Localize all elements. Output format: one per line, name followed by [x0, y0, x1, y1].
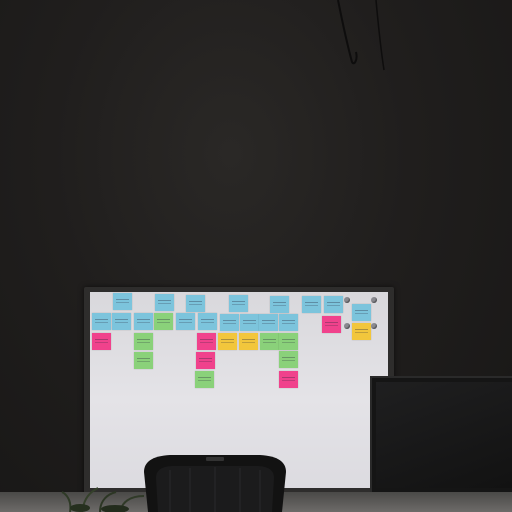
sticky-note [176, 313, 195, 330]
sticky-note [134, 333, 153, 350]
sticky-note [239, 333, 258, 350]
magnet [371, 297, 377, 303]
sticky-note [352, 323, 371, 340]
sticky-note [218, 333, 237, 350]
sticky-note [352, 304, 371, 321]
sticky-note [229, 295, 248, 312]
sticky-note [113, 293, 132, 310]
sticky-note [279, 351, 298, 368]
sticky-note [279, 314, 298, 331]
sticky-note [260, 333, 279, 350]
monitor-screen [376, 382, 512, 488]
magnet [371, 323, 377, 329]
sticky-note [302, 296, 321, 313]
office-chair [144, 455, 286, 512]
sticky-note [154, 313, 173, 330]
sticky-note [92, 333, 111, 350]
ceiling-cable [337, 0, 385, 71]
sticky-note [240, 314, 259, 331]
sticky-note [92, 313, 111, 330]
sticky-note [196, 352, 215, 369]
sticky-note [279, 371, 298, 388]
sticky-note [134, 352, 153, 369]
sticky-note [112, 313, 131, 330]
sticky-note [322, 316, 341, 333]
sticky-note [134, 313, 153, 330]
sticky-note [324, 296, 343, 313]
sticky-note [195, 371, 214, 388]
magnet [344, 323, 350, 329]
sticky-note [197, 333, 216, 350]
magnet [344, 297, 350, 303]
sticky-note [186, 295, 205, 312]
sticky-note [155, 294, 174, 311]
plant [61, 487, 145, 512]
office-scene [0, 0, 512, 512]
sticky-note [270, 296, 289, 313]
sticky-note [198, 313, 217, 330]
sticky-note [220, 314, 239, 331]
sticky-note [279, 333, 298, 350]
sticky-note [259, 314, 278, 331]
